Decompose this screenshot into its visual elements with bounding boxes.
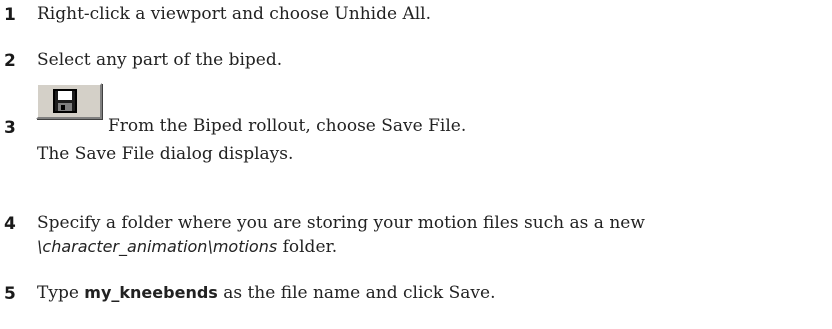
step-text-suffix: as the file name and click Save.	[217, 283, 496, 303]
step-text: Right-click a viewport and choose Unhide…	[37, 4, 431, 24]
step-result: The Save File dialog displays.	[37, 144, 294, 164]
step-text: Select any part of the biped.	[37, 50, 283, 70]
step-number: 2	[4, 51, 16, 71]
step-text: Specify a folder where you are storing y…	[37, 213, 645, 233]
file-name: my_kneebends	[84, 283, 218, 302]
save-file-icon	[53, 89, 77, 113]
step-text: From the Biped rollout, choose Save File…	[108, 116, 467, 136]
step-text-suffix: folder.	[277, 237, 338, 257]
step-number: 5	[4, 284, 16, 304]
step-text: Type my_kneebends as the file name and c…	[37, 282, 495, 304]
step-text-prefix: Type	[37, 283, 85, 303]
save-file-button[interactable]	[36, 83, 102, 119]
step-number: 4	[4, 214, 16, 234]
step-text-line2: \character_animation\motions folder.	[37, 236, 337, 258]
folder-path: \character_animation\motions	[37, 237, 278, 256]
step-number: 1	[4, 5, 16, 25]
instruction-page: { "steps": [ { "number": "1", "text": "R…	[0, 0, 832, 329]
step-number: 3	[4, 118, 16, 138]
